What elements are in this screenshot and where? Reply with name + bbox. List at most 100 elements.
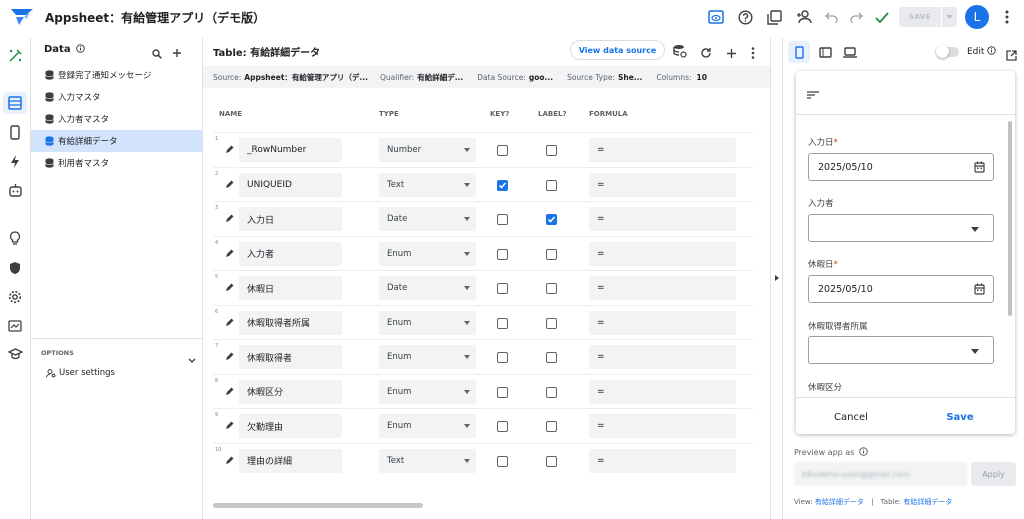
label-checkbox[interactable]	[546, 214, 557, 225]
nav-learn-icon[interactable]	[6, 345, 24, 363]
regenerate-schema-icon[interactable]	[673, 43, 687, 62]
nav-actions-icon[interactable]	[6, 152, 24, 170]
formula-field[interactable]: =	[589, 345, 736, 369]
column-name-field[interactable]: 理由の詳細	[239, 448, 342, 473]
check-icon[interactable]	[873, 8, 891, 26]
refresh-icon[interactable]	[700, 44, 712, 63]
chevron-down-icon[interactable]	[188, 349, 196, 368]
preview-as-email-input[interactable]: k8xdemo-user@gmail.com	[794, 462, 967, 486]
formula-field[interactable]: =	[589, 241, 736, 266]
edit-pencil-icon[interactable]	[225, 352, 234, 361]
save-options-chevron-icon[interactable]	[941, 7, 957, 27]
add-user-icon[interactable]	[795, 8, 813, 26]
nav-automation-icon[interactable]	[6, 181, 24, 199]
edit-pencil-icon[interactable]	[225, 318, 234, 327]
key-checkbox[interactable]	[497, 214, 508, 225]
column-name-field[interactable]: 休暇取得者所属	[239, 310, 342, 335]
label-checkbox[interactable]	[546, 283, 557, 294]
nav-security-icon[interactable]	[6, 259, 24, 277]
inputter-select[interactable]	[808, 214, 994, 242]
key-checkbox[interactable]	[497, 317, 508, 329]
key-checkbox[interactable]	[497, 421, 508, 432]
table-item-inputter-master[interactable]: 入力者マスタ	[31, 108, 202, 130]
key-checkbox[interactable]	[497, 455, 508, 467]
formula-field[interactable]: =	[589, 379, 736, 404]
formula-field[interactable]: =	[589, 172, 736, 197]
leave-department-select[interactable]	[808, 336, 994, 364]
column-name-field[interactable]: 休暇日	[239, 276, 342, 300]
column-name-field[interactable]: 欠勤理由	[239, 414, 342, 438]
column-type-select[interactable]: Text	[379, 448, 476, 473]
edit-pencil-icon[interactable]	[225, 456, 234, 465]
label-checkbox[interactable]	[546, 317, 557, 329]
table-link[interactable]: 有給詳細データ	[903, 498, 952, 506]
edit-pencil-icon[interactable]	[225, 180, 234, 189]
tablet-device-icon[interactable]	[814, 41, 836, 63]
column-type-select[interactable]: Enum	[379, 345, 476, 369]
column-name-field[interactable]: 休暇取得者	[239, 345, 342, 369]
search-icon[interactable]	[152, 44, 162, 63]
add-table-plus-icon[interactable]	[172, 43, 182, 62]
formula-field[interactable]: =	[589, 138, 736, 162]
form-save-button[interactable]: Save	[930, 407, 990, 427]
view-link[interactable]: 有給詳細データ	[815, 498, 864, 506]
key-checkbox[interactable]	[497, 179, 508, 191]
edit-pencil-icon[interactable]	[225, 145, 234, 154]
formula-field[interactable]: =	[589, 207, 736, 231]
formula-field[interactable]: =	[589, 448, 736, 473]
formula-field[interactable]: =	[589, 276, 736, 300]
panel-splitter[interactable]	[770, 38, 783, 519]
redo-icon[interactable]	[847, 8, 865, 26]
edit-pencil-icon[interactable]	[225, 387, 234, 396]
nav-settings-gear-icon[interactable]	[6, 288, 24, 306]
key-checkbox[interactable]	[497, 352, 508, 363]
table-item-input-master[interactable]: 入力マスタ	[31, 86, 202, 108]
edit-pencil-icon[interactable]	[225, 214, 234, 223]
cancel-button[interactable]: Cancel	[821, 407, 881, 427]
label-checkbox[interactable]	[546, 455, 557, 467]
table-item-notification[interactable]: 登録完了通知メッセージ	[31, 64, 202, 86]
column-name-field[interactable]: 入力者	[239, 241, 342, 266]
column-type-select[interactable]: Text	[379, 172, 476, 197]
column-name-field[interactable]: 休暇区分	[239, 379, 342, 404]
apply-button[interactable]: Apply	[971, 462, 1016, 486]
formula-field[interactable]: =	[589, 310, 736, 335]
avatar[interactable]: L	[965, 5, 989, 29]
table-item-user-master[interactable]: 利用者マスタ	[31, 152, 202, 174]
column-type-select[interactable]: Date	[379, 207, 476, 231]
key-checkbox[interactable]	[497, 248, 508, 260]
sort-lines-icon[interactable]	[807, 91, 819, 99]
leave-date-field[interactable]: 2025/05/10	[808, 275, 994, 303]
column-type-select[interactable]: Enum	[379, 241, 476, 266]
more-vert-icon[interactable]	[998, 8, 1016, 26]
nav-intelligence-icon[interactable]	[6, 229, 24, 247]
label-checkbox[interactable]	[546, 352, 557, 363]
mobile-device-icon[interactable]	[788, 41, 810, 63]
desktop-device-icon[interactable]	[839, 41, 861, 63]
column-type-select[interactable]: Enum	[379, 414, 476, 438]
edit-mode-toggle[interactable]	[936, 45, 959, 58]
info-icon[interactable]	[987, 46, 997, 55]
table-more-vert-icon[interactable]	[751, 44, 755, 63]
preview-eye-icon[interactable]	[707, 8, 725, 26]
nav-views-icon[interactable]	[6, 123, 24, 141]
calendar-icon[interactable]	[974, 161, 985, 173]
calendar-icon[interactable]	[974, 283, 985, 295]
save-button[interactable]: SAVE	[899, 7, 941, 27]
edit-pencil-icon[interactable]	[225, 249, 234, 258]
nav-manage-icon[interactable]	[6, 317, 24, 335]
key-checkbox[interactable]	[497, 386, 508, 398]
nav-create-icon[interactable]	[6, 46, 24, 64]
info-icon[interactable]	[76, 44, 85, 53]
horizontal-scrollbar[interactable]	[213, 503, 423, 508]
column-type-select[interactable]: Date	[379, 276, 476, 300]
key-checkbox[interactable]	[497, 145, 508, 156]
label-checkbox[interactable]	[546, 421, 557, 432]
column-name-field[interactable]: _RowNumber	[239, 138, 342, 162]
input-date-field[interactable]: 2025/05/10	[808, 153, 994, 181]
preview-scrollbar[interactable]	[1008, 121, 1012, 316]
help-icon[interactable]	[736, 8, 754, 26]
column-type-select[interactable]: Enum	[379, 379, 476, 404]
formula-field[interactable]: =	[589, 414, 736, 438]
add-plus-icon[interactable]	[726, 44, 737, 63]
